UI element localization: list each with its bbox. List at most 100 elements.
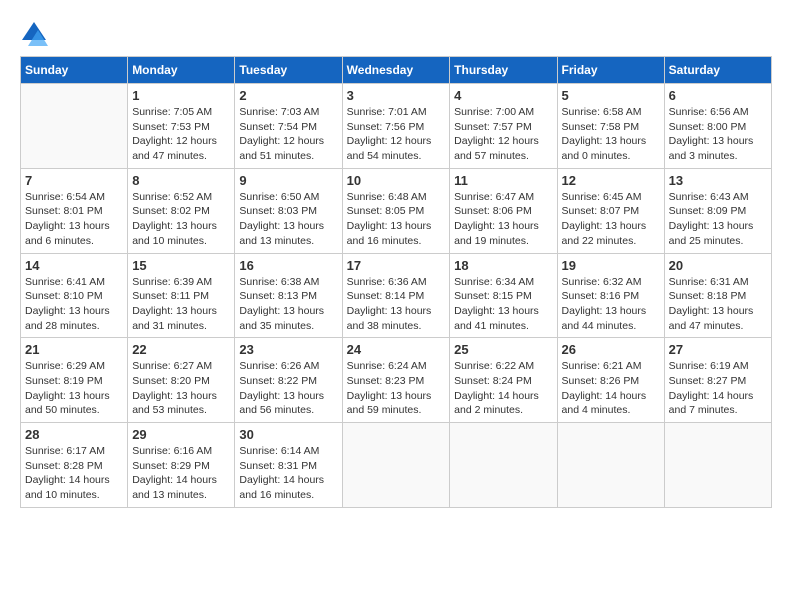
- cell-info: Sunrise: 7:00 AM Sunset: 7:57 PM Dayligh…: [454, 105, 552, 164]
- cell-info: Sunrise: 6:34 AM Sunset: 8:15 PM Dayligh…: [454, 275, 552, 334]
- calendar-cell: [21, 84, 128, 169]
- calendar-cell: 2Sunrise: 7:03 AM Sunset: 7:54 PM Daylig…: [235, 84, 342, 169]
- cell-info: Sunrise: 6:32 AM Sunset: 8:16 PM Dayligh…: [562, 275, 660, 334]
- week-row-3: 14 Sunrise: 6:41 AM Sunset: 8:10 PM Dayli…: [21, 253, 772, 338]
- cell-date: 23: [239, 342, 337, 357]
- cell-info: Sunrise: 6:17 AM Sunset: 8:28 PM Dayligh…: [25, 444, 123, 503]
- cell-date: 15: [132, 258, 230, 273]
- cell-info: Sunrise: 7:05 AM Sunset: 7:53 PM Dayligh…: [132, 105, 230, 164]
- cell-date: 30: [239, 427, 337, 442]
- cell-date: 3: [347, 88, 446, 103]
- calendar-cell: 18 Sunrise: 6:34 AM Sunset: 8:15 PM Dayli…: [450, 253, 557, 338]
- cell-date: 27: [669, 342, 767, 357]
- cell-date: 20: [669, 258, 767, 273]
- logo: [20, 20, 52, 48]
- calendar-cell: [342, 423, 450, 508]
- cell-info: Sunrise: 6:52 AM Sunset: 8:02 PM Dayligh…: [132, 190, 230, 249]
- cell-info: Sunrise: 6:26 AM Sunset: 8:22 PM Dayligh…: [239, 359, 337, 418]
- calendar-cell: 7 Sunrise: 6:54 AM Sunset: 8:01 PM Daylig…: [21, 168, 128, 253]
- calendar-cell: 13 Sunrise: 6:43 AM Sunset: 8:09 PM Dayli…: [664, 168, 771, 253]
- cell-date: 1: [132, 88, 230, 103]
- calendar-cell: 26Sunrise: 6:21 AM Sunset: 8:26 PM Dayli…: [557, 338, 664, 423]
- calendar-cell: 6 Sunrise: 6:56 AM Sunset: 8:00 PM Daylig…: [664, 84, 771, 169]
- cell-date: 2: [239, 88, 337, 103]
- week-row-1: 1 Sunrise: 7:05 AM Sunset: 7:53 PM Daylig…: [21, 84, 772, 169]
- calendar-cell: 1 Sunrise: 7:05 AM Sunset: 7:53 PM Daylig…: [128, 84, 235, 169]
- calendar-cell: 25 Sunrise: 6:22 AM Sunset: 8:24 PM Dayli…: [450, 338, 557, 423]
- cell-date: 17: [347, 258, 446, 273]
- day-header-monday: Monday: [128, 57, 235, 84]
- calendar-cell: 14 Sunrise: 6:41 AM Sunset: 8:10 PM Dayli…: [21, 253, 128, 338]
- cell-date: 8: [132, 173, 230, 188]
- cell-date: 29: [132, 427, 230, 442]
- calendar-cell: 30 Sunrise: 6:14 AM Sunset: 8:31 PM Dayli…: [235, 423, 342, 508]
- cell-info: Sunrise: 6:38 AM Sunset: 8:13 PM Dayligh…: [239, 275, 337, 334]
- cell-info: Sunrise: 6:31 AM Sunset: 8:18 PM Dayligh…: [669, 275, 767, 334]
- calendar-cell: 4 Sunrise: 7:00 AM Sunset: 7:57 PM Daylig…: [450, 84, 557, 169]
- cell-info: Sunrise: 6:50 AM Sunset: 8:03 PM Dayligh…: [239, 190, 337, 249]
- cell-info: Sunrise: 6:36 AM Sunset: 8:14 PM Dayligh…: [347, 275, 446, 334]
- day-header-tuesday: Tuesday: [235, 57, 342, 84]
- cell-info: Sunrise: 6:29 AM Sunset: 8:19 PM Dayligh…: [25, 359, 123, 418]
- calendar-cell: 27 Sunrise: 6:19 AM Sunset: 8:27 PM Dayli…: [664, 338, 771, 423]
- cell-info: Sunrise: 6:48 AM Sunset: 8:05 PM Dayligh…: [347, 190, 446, 249]
- cell-date: 12: [562, 173, 660, 188]
- cell-info: Sunrise: 6:27 AM Sunset: 8:20 PM Dayligh…: [132, 359, 230, 418]
- cell-date: 13: [669, 173, 767, 188]
- calendar-cell: 12 Sunrise: 6:45 AM Sunset: 8:07 PM Dayli…: [557, 168, 664, 253]
- cell-date: 26: [562, 342, 660, 357]
- cell-date: 11: [454, 173, 552, 188]
- calendar-cell: 24 Sunrise: 6:24 AM Sunset: 8:23 PM Dayli…: [342, 338, 450, 423]
- calendar-cell: 23 Sunrise: 6:26 AM Sunset: 8:22 PM Dayli…: [235, 338, 342, 423]
- cell-date: 18: [454, 258, 552, 273]
- week-row-4: 21Sunrise: 6:29 AM Sunset: 8:19 PM Dayli…: [21, 338, 772, 423]
- cell-date: 14: [25, 258, 123, 273]
- calendar-cell: [664, 423, 771, 508]
- calendar-cell: 3 Sunrise: 7:01 AM Sunset: 7:56 PM Daylig…: [342, 84, 450, 169]
- calendar-cell: 9Sunrise: 6:50 AM Sunset: 8:03 PM Daylig…: [235, 168, 342, 253]
- calendar-cell: 17 Sunrise: 6:36 AM Sunset: 8:14 PM Dayli…: [342, 253, 450, 338]
- week-row-2: 7 Sunrise: 6:54 AM Sunset: 8:01 PM Daylig…: [21, 168, 772, 253]
- cell-date: 16: [239, 258, 337, 273]
- cell-info: Sunrise: 6:22 AM Sunset: 8:24 PM Dayligh…: [454, 359, 552, 418]
- cell-date: 7: [25, 173, 123, 188]
- cell-info: Sunrise: 6:43 AM Sunset: 8:09 PM Dayligh…: [669, 190, 767, 249]
- header: [20, 20, 772, 48]
- cell-date: 10: [347, 173, 446, 188]
- day-header-saturday: Saturday: [664, 57, 771, 84]
- cell-date: 28: [25, 427, 123, 442]
- calendar-cell: 16 Sunrise: 6:38 AM Sunset: 8:13 PM Dayli…: [235, 253, 342, 338]
- calendar-cell: 28 Sunrise: 6:17 AM Sunset: 8:28 PM Dayli…: [21, 423, 128, 508]
- calendar-cell: 19 Sunrise: 6:32 AM Sunset: 8:16 PM Dayli…: [557, 253, 664, 338]
- calendar-cell: 11 Sunrise: 6:47 AM Sunset: 8:06 PM Dayli…: [450, 168, 557, 253]
- cell-date: 4: [454, 88, 552, 103]
- day-header-sunday: Sunday: [21, 57, 128, 84]
- cell-info: Sunrise: 7:01 AM Sunset: 7:56 PM Dayligh…: [347, 105, 446, 164]
- day-header-friday: Friday: [557, 57, 664, 84]
- cell-info: Sunrise: 6:24 AM Sunset: 8:23 PM Dayligh…: [347, 359, 446, 418]
- cell-date: 24: [347, 342, 446, 357]
- week-row-5: 28 Sunrise: 6:17 AM Sunset: 8:28 PM Dayli…: [21, 423, 772, 508]
- cell-info: Sunrise: 6:58 AM Sunset: 7:58 PM Dayligh…: [562, 105, 660, 164]
- cell-info: Sunrise: 6:47 AM Sunset: 8:06 PM Dayligh…: [454, 190, 552, 249]
- cell-info: Sunrise: 6:19 AM Sunset: 8:27 PM Dayligh…: [669, 359, 767, 418]
- logo-icon: [20, 20, 48, 48]
- cell-info: Sunrise: 6:56 AM Sunset: 8:00 PM Dayligh…: [669, 105, 767, 164]
- day-header-row: SundayMondayTuesdayWednesdayThursdayFrid…: [21, 57, 772, 84]
- cell-info: Sunrise: 6:14 AM Sunset: 8:31 PM Dayligh…: [239, 444, 337, 503]
- cell-date: 22: [132, 342, 230, 357]
- calendar-cell: [557, 423, 664, 508]
- cell-info: Sunrise: 6:45 AM Sunset: 8:07 PM Dayligh…: [562, 190, 660, 249]
- cell-date: 19: [562, 258, 660, 273]
- cell-info: Sunrise: 6:39 AM Sunset: 8:11 PM Dayligh…: [132, 275, 230, 334]
- cell-info: Sunrise: 6:41 AM Sunset: 8:10 PM Dayligh…: [25, 275, 123, 334]
- cell-info: Sunrise: 6:16 AM Sunset: 8:29 PM Dayligh…: [132, 444, 230, 503]
- cell-date: 5: [562, 88, 660, 103]
- cell-info: Sunrise: 6:54 AM Sunset: 8:01 PM Dayligh…: [25, 190, 123, 249]
- calendar-cell: 15 Sunrise: 6:39 AM Sunset: 8:11 PM Dayli…: [128, 253, 235, 338]
- calendar-cell: 8 Sunrise: 6:52 AM Sunset: 8:02 PM Daylig…: [128, 168, 235, 253]
- cell-date: 6: [669, 88, 767, 103]
- calendar-cell: 22 Sunrise: 6:27 AM Sunset: 8:20 PM Dayli…: [128, 338, 235, 423]
- calendar-cell: 5 Sunrise: 6:58 AM Sunset: 7:58 PM Daylig…: [557, 84, 664, 169]
- cell-date: 25: [454, 342, 552, 357]
